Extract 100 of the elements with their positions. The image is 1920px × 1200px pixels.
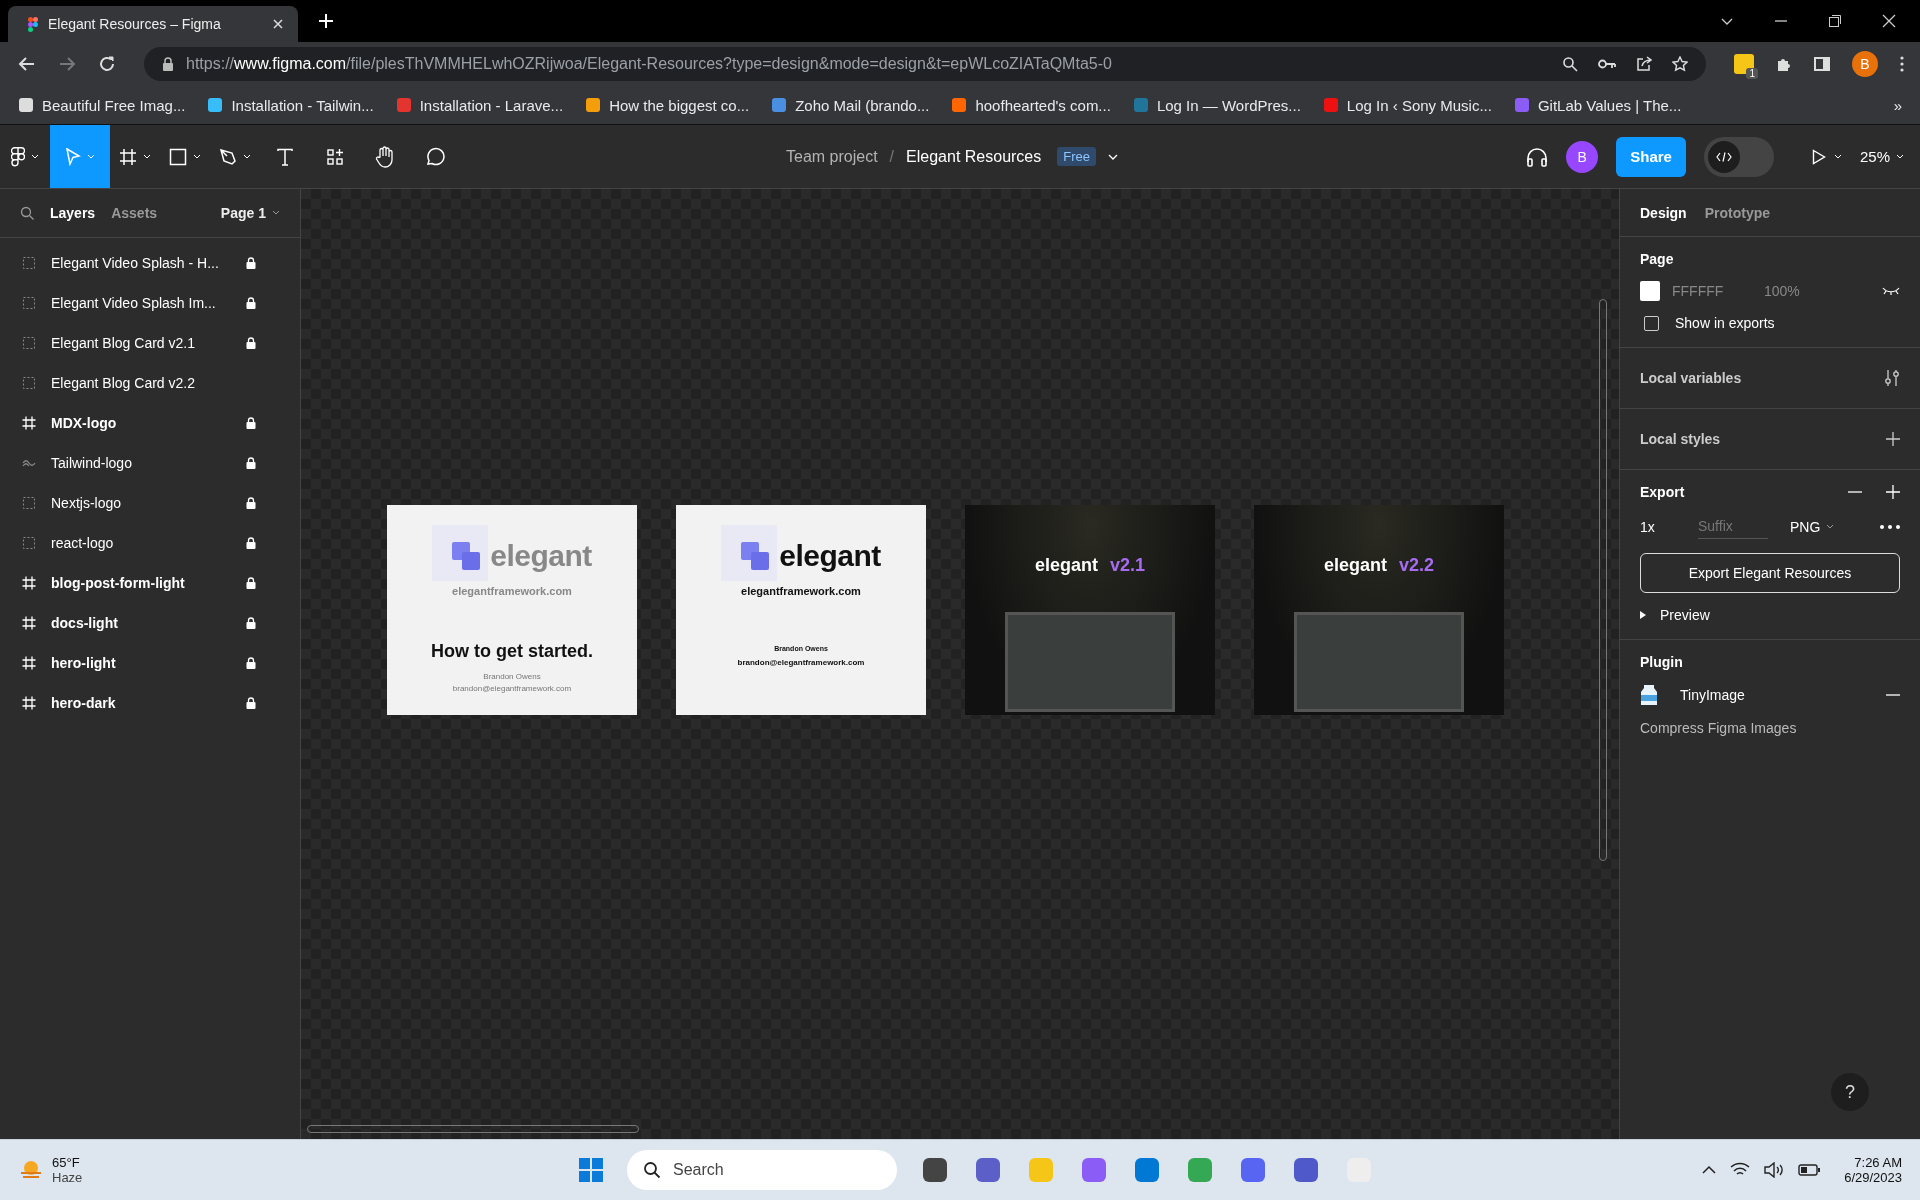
layer-item[interactable]: MDX-logo [0,403,300,443]
puzzle-icon[interactable] [1776,56,1792,72]
windows-start-icon[interactable] [578,1157,604,1183]
panel-tab[interactable]: Prototype [1704,204,1771,221]
suffix-field[interactable]: Suffix [1698,514,1768,539]
panel-tab[interactable]: Assets [111,205,158,221]
close-icon[interactable] [272,18,284,30]
star-icon[interactable] [1672,56,1688,72]
new-tab-icon[interactable] [318,13,334,29]
more-bookmarks-button[interactable]: » [1893,96,1902,114]
close-icon[interactable] [1882,14,1896,28]
app-icon[interactable] [1238,1155,1268,1185]
lock-icon[interactable] [246,617,256,629]
address-bar[interactable]: https://www.figma.com/file/plesThVMMHELwhOZRijwoa/Elegant-Resources?type=design&mode=design&t=epWLcoZIATaQMta5-0 [144,47,1706,81]
speaker-icon[interactable] [1764,1162,1785,1178]
checkbox[interactable] [1644,315,1659,331]
photo-card[interactable]: elegant v2.2 [1254,505,1504,715]
layer-item[interactable]: blog-post-form-light [0,563,300,603]
author-name: Brandon Owens [483,672,541,681]
panel-tab[interactable]: Layers [50,205,96,221]
file-name[interactable]: Elegant Resources [906,147,1042,166]
layer-item[interactable]: react-logo [0,523,300,563]
layer-item[interactable]: Nextjs-logo [0,483,300,523]
chevron-up-icon[interactable] [1702,1165,1717,1175]
back-arrow-icon[interactable] [18,55,36,73]
layer-item[interactable]: Elegant Video Splash Im... [0,283,300,323]
more-icon[interactable] [1900,56,1904,72]
color-hex-field[interactable]: FFFFFF [1672,283,1752,299]
plus-icon[interactable] [1886,432,1900,446]
scale-field[interactable]: 1x [1640,518,1686,535]
layer-item[interactable]: docs-light [0,603,300,643]
lock-icon[interactable] [246,337,256,349]
favicon-icon [395,97,412,113]
bookmark[interactable]: Installation - Larave... [395,96,564,114]
lock-icon[interactable] [246,257,256,269]
format-dropdown[interactable]: PNG [1790,518,1835,535]
app-icon[interactable] [1132,1155,1162,1185]
bookmark[interactable]: Installation - Tailwin... [207,96,374,114]
preview-toggle[interactable]: Preview [1640,607,1900,623]
battery-icon[interactable] [1798,1164,1821,1176]
closed-eye-icon[interactable] [1882,287,1900,295]
headphones-icon[interactable] [1526,146,1549,167]
lock-icon[interactable] [246,697,256,709]
chevron-down-icon[interactable] [1108,152,1118,161]
layer-item[interactable]: hero-dark [0,683,300,723]
bookmark[interactable]: hoofhearted's com... [951,96,1111,114]
layer-item[interactable]: Elegant Video Splash - H... [0,243,300,283]
dev-mode-toggle[interactable] [1703,136,1774,177]
logo-wordmark: elegant [1034,555,1098,576]
user-avatar[interactable]: B [1566,140,1599,173]
lock-icon[interactable] [246,457,256,469]
bookmark[interactable]: How the biggest co... [585,96,750,114]
app-icon[interactable] [1079,1155,1109,1185]
dashed-frame-icon [22,297,36,309]
color-swatch[interactable] [1640,281,1660,301]
app-icon[interactable] [973,1155,1003,1185]
layer-item[interactable]: Tailwind-logo [0,443,300,483]
page-selector[interactable]: Page 1 [220,205,280,221]
share-icon[interactable] [1636,56,1652,72]
team-link[interactable]: Team project [786,147,878,166]
forward-arrow-icon[interactable] [58,55,76,73]
taskbar-search-field[interactable]: Search [627,1150,897,1190]
lock-icon[interactable] [246,537,256,549]
search-icon[interactable] [20,206,34,220]
lock-icon[interactable] [246,577,256,589]
dashed-frame-icon [22,377,36,389]
export-button[interactable]: Export Elegant Resources [1640,553,1900,593]
layer-item[interactable]: Elegant Blog Card v2.2 [0,363,300,403]
layer-item[interactable]: Elegant Blog Card v2.1 [0,323,300,363]
blog-card[interactable]: elegant elegantframework.com How to get started. Brandon Owens brandon@elegantframework.com [387,505,637,715]
plugin-name[interactable]: TinyImage [1680,687,1745,703]
lock-icon[interactable] [246,657,256,669]
bookmark[interactable]: Beautiful Free Imag... [18,96,186,114]
key-icon[interactable] [1598,58,1616,70]
lock-icon[interactable] [246,417,256,429]
restore-icon[interactable] [1828,14,1842,28]
lock-icon[interactable] [246,497,256,509]
layer-name: docs-light [51,615,119,631]
sliders-icon[interactable] [1884,369,1900,387]
bookmark[interactable]: Log In ‹ Sony Music... [1322,96,1492,114]
lock-icon[interactable] [246,297,256,309]
present-button[interactable] [1811,148,1842,165]
clock[interactable]: 7:26 AM 6/29/2023 [1844,1155,1902,1185]
reload-icon[interactable] [98,55,116,73]
browser-tab[interactable]: Elegant Resources – Figma [8,6,298,42]
sidebar-icon[interactable] [1814,56,1830,72]
layer-item[interactable]: hero-light [0,643,300,683]
app-icon[interactable] [1291,1155,1321,1185]
bookmark[interactable]: GitLab Values | The... [1513,96,1682,114]
bookmark[interactable]: Log In — WordPres... [1132,96,1301,114]
photo-card[interactable]: elegant v2.1 [965,505,1215,715]
more-icon[interactable] [1880,524,1900,529]
app-icon[interactable] [920,1155,950,1185]
zoom-menu[interactable]: 25% [1859,148,1904,165]
bookmark[interactable]: Zoho Mail (brando... [771,96,930,114]
plugin-action[interactable]: Compress Figma Images [1640,720,1900,736]
search-icon[interactable] [1562,56,1578,72]
opacity-field[interactable]: 100% [1764,283,1800,299]
caret-icon [243,153,251,160]
panel-tab[interactable]: Design [1640,204,1687,221]
